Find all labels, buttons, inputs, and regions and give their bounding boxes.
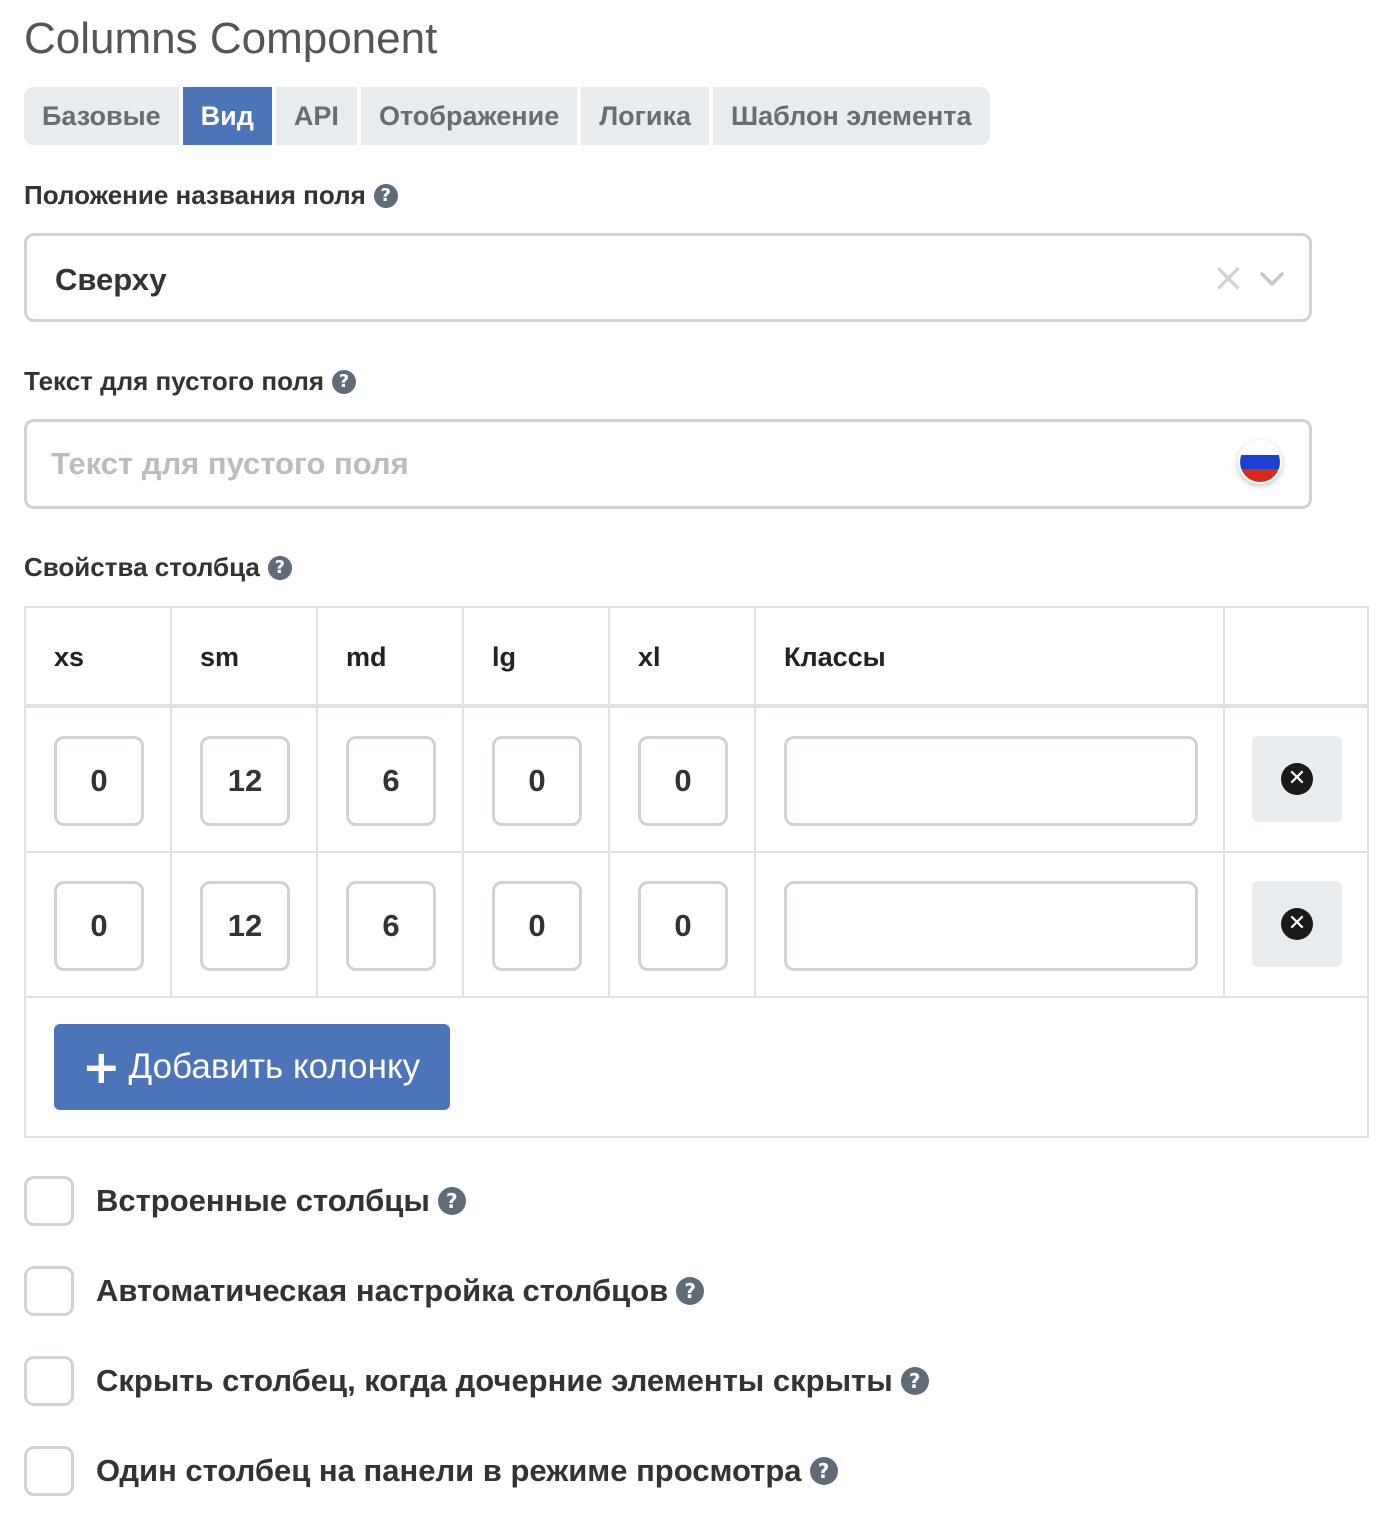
label-position-label: Положение названия поля ? (24, 180, 398, 211)
tab-logic[interactable]: Логика (581, 87, 714, 145)
column-props-table: xs sm md lg xl Классы ✕ ✕ + Добавить кол… (24, 606, 1369, 1138)
auto-adjust-columns-label: Автоматическая настройка столбцов ? (96, 1273, 705, 1309)
auto-adjust-columns-label-text: Автоматическая настройка столбцов (96, 1273, 669, 1308)
times-circle-icon: ✕ (1281, 908, 1313, 940)
inline-columns-label-text: Встроенные столбцы (96, 1183, 430, 1218)
header-classes: Классы (784, 642, 886, 672)
tab-basic[interactable]: Базовые (24, 87, 183, 145)
row-2-xs-input[interactable] (54, 881, 144, 971)
close-icon[interactable]: × (1211, 254, 1245, 302)
single-column-view-checkbox[interactable] (24, 1446, 74, 1496)
tab-rendering[interactable]: Отображение (360, 87, 582, 145)
row-1-xs-input[interactable] (54, 736, 144, 826)
column-divider (608, 608, 610, 998)
column-divider (170, 608, 172, 998)
header-md: md (346, 642, 387, 672)
row-2-classes-input[interactable] (784, 881, 1198, 971)
placeholder-input[interactable] (24, 419, 1312, 509)
row-2-lg-input[interactable] (492, 881, 582, 971)
inline-columns-label: Встроенные столбцы ? (96, 1183, 466, 1219)
header-xs: xs (54, 642, 85, 672)
plus-icon: + (82, 1040, 121, 1094)
single-column-view-label-text: Один столбец на панели в режиме просмотр… (96, 1453, 802, 1488)
label-position-select[interactable]: Сверху × (24, 233, 1312, 322)
add-column-label: Добавить колонку (128, 1047, 421, 1086)
placeholder-label: Текст для пустого поля ? (24, 366, 357, 397)
question-circle-icon[interactable]: ? (332, 369, 357, 394)
auto-adjust-columns-checkbox[interactable] (24, 1266, 74, 1316)
hide-column-label: Скрыть столбец, когда дочерние элементы … (96, 1363, 929, 1399)
row-1-classes-input[interactable] (784, 736, 1198, 826)
question-circle-icon[interactable]: ? (267, 555, 292, 580)
header-divider (26, 704, 1367, 708)
column-divider (462, 608, 464, 998)
row-1-remove-button[interactable]: ✕ (1252, 736, 1342, 822)
question-circle-icon[interactable]: ? (900, 1367, 929, 1395)
tab-bar: Базовые Вид API Отображение Логика Шабло… (24, 87, 990, 145)
hide-column-checkbox[interactable] (24, 1356, 74, 1406)
row-1-xl-input[interactable] (638, 736, 728, 826)
hide-column-label-text: Скрыть столбец, когда дочерние элементы … (96, 1363, 893, 1398)
russian-flag-icon[interactable] (1238, 440, 1282, 484)
question-circle-icon[interactable]: ? (437, 1187, 466, 1215)
column-divider (754, 608, 756, 998)
label-position-value: Сверху (55, 262, 167, 297)
row-2-sm-input[interactable] (200, 881, 290, 971)
column-divider (1223, 608, 1225, 998)
tab-api[interactable]: API (275, 87, 361, 145)
single-column-view-option: Один столбец на панели в режиме просмотр… (24, 1446, 838, 1496)
row-2-xl-input[interactable] (638, 881, 728, 971)
row-1-sm-input[interactable] (200, 736, 290, 826)
header-sm: sm (200, 642, 240, 672)
tab-display[interactable]: Вид (182, 87, 276, 145)
inline-columns-checkbox[interactable] (24, 1176, 74, 1226)
times-circle-icon: ✕ (1281, 763, 1313, 795)
column-props-label-text: Свойства столбца (24, 552, 260, 582)
hide-column-option: Скрыть столбец, когда дочерние элементы … (24, 1356, 929, 1406)
question-circle-icon[interactable]: ? (676, 1277, 705, 1305)
label-position-label-text: Положение названия поля (24, 180, 366, 210)
row-divider (26, 996, 1367, 998)
flag-stripe-blue (1240, 455, 1280, 469)
tab-element-template[interactable]: Шаблон элемента (713, 87, 990, 145)
row-1-md-input[interactable] (346, 736, 436, 826)
auto-adjust-columns-option: Автоматическая настройка столбцов ? (24, 1266, 705, 1316)
placeholder-label-text: Текст для пустого поля (24, 366, 325, 396)
add-column-button[interactable]: + Добавить колонку (54, 1024, 450, 1110)
column-props-label: Свойства столбца ? (24, 552, 292, 583)
column-divider (316, 608, 318, 998)
question-circle-icon[interactable]: ? (373, 183, 398, 208)
inline-columns-option: Встроенные столбцы ? (24, 1176, 466, 1226)
header-xl: xl (638, 642, 661, 672)
row-1-lg-input[interactable] (492, 736, 582, 826)
row-2-remove-button[interactable]: ✕ (1252, 881, 1342, 967)
row-2-md-input[interactable] (346, 881, 436, 971)
row-divider (26, 851, 1367, 853)
page-title: Columns Component (24, 14, 438, 63)
chevron-down-icon[interactable] (1259, 266, 1285, 292)
header-lg: lg (492, 642, 516, 672)
question-circle-icon[interactable]: ? (809, 1457, 838, 1485)
single-column-view-label: Один столбец на панели в режиме просмотр… (96, 1453, 838, 1489)
